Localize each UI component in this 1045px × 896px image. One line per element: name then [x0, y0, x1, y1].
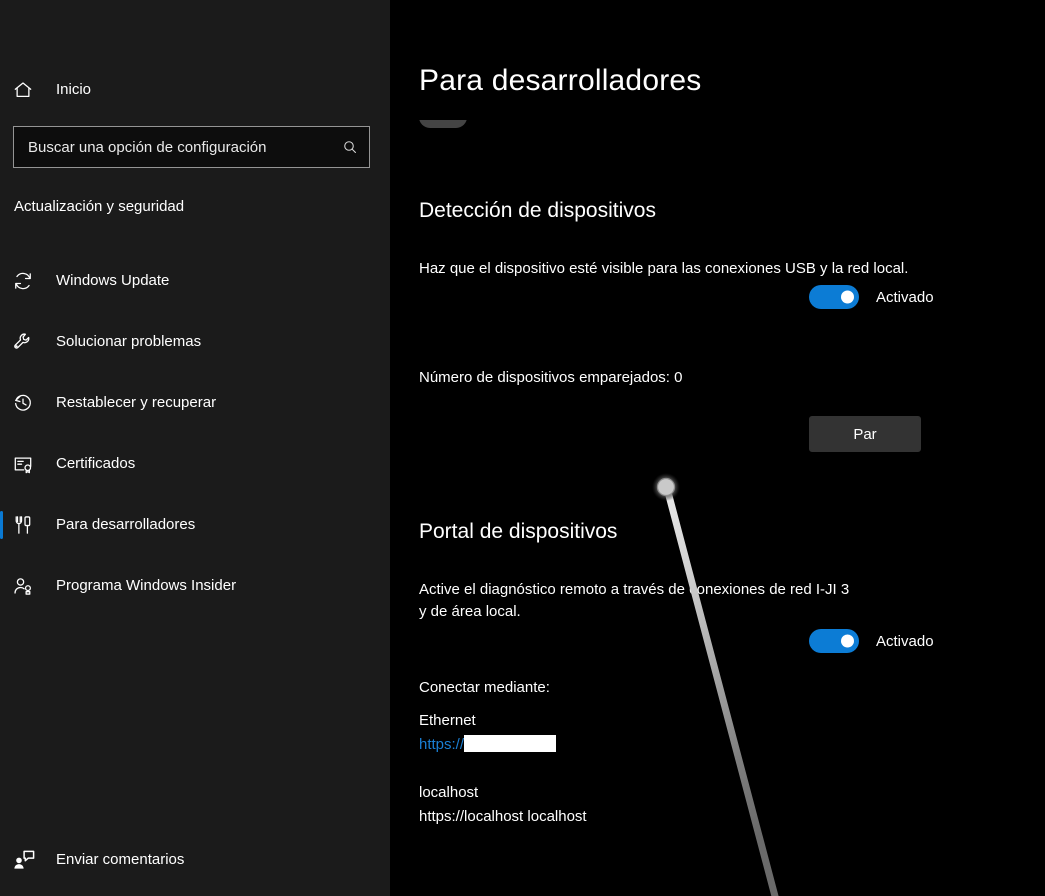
connection-name-ethernet: Ethernet	[419, 709, 476, 732]
sidebar-item-label: Para desarrolladores	[56, 516, 195, 534]
toggle-switch-on[interactable]	[809, 629, 859, 653]
sidebar-item-home[interactable]: Inicio	[0, 68, 390, 112]
device-portal-heading: Portal de dispositivos	[419, 520, 617, 544]
paired-devices-count: Número de dispositivos emparejados: 0	[419, 366, 682, 389]
wrench-icon	[12, 331, 44, 353]
sidebar-item-troubleshoot[interactable]: Solucionar problemas	[0, 320, 390, 364]
feedback-icon	[12, 848, 44, 872]
sidebar: Inicio Actualización y seguridad	[0, 0, 390, 896]
settings-window: Inicio Actualización y seguridad	[0, 0, 1045, 896]
toggle-switch-on[interactable]	[809, 285, 859, 309]
device-portal-toggle-label: Activado	[876, 633, 934, 650]
sidebar-category-label: Actualización y seguridad	[14, 198, 184, 215]
connect-via-label: Conectar mediante:	[419, 676, 550, 699]
sidebar-item-windows-insider[interactable]: Programa Windows Insider	[0, 564, 390, 608]
sidebar-item-label: Windows Update	[56, 272, 169, 290]
device-portal-description-line2: y de área local.	[419, 600, 521, 623]
device-discovery-toggle-label: Activado	[876, 289, 934, 306]
connection-url-localhost: https://localhost localhost	[419, 805, 587, 828]
device-discovery-toggle[interactable]: Activado	[809, 285, 934, 309]
sync-icon	[12, 270, 44, 292]
sidebar-item-reset-recover[interactable]: Restablecer y recuperar	[0, 381, 390, 425]
sidebar-item-home-label: Inicio	[56, 81, 91, 99]
toggle-knob	[841, 291, 854, 304]
sidebar-item-windows-update[interactable]: Windows Update	[0, 259, 390, 303]
sidebar-item-send-feedback-label: Enviar comentarios	[56, 851, 184, 869]
toggle-knob	[841, 635, 854, 648]
clipped-toggle-label: Off	[481, 120, 501, 124]
sidebar-item-send-feedback[interactable]: Enviar comentarios	[0, 838, 390, 882]
sidebar-item-for-developers[interactable]: Para desarrolladores	[0, 503, 390, 547]
sidebar-item-certificates[interactable]: Certificados	[0, 442, 390, 486]
connection-url-prefix: https://	[419, 736, 464, 753]
search-icon[interactable]	[342, 139, 358, 155]
sidebar-item-label: Programa Windows Insider	[56, 577, 236, 595]
main-content: Para desarrolladores Off Detección de di…	[390, 0, 1045, 896]
sidebar-item-label: Solucionar problemas	[56, 333, 201, 351]
search-box[interactable]	[13, 126, 370, 168]
clipped-toggle-switch[interactable]	[419, 120, 467, 128]
device-discovery-heading: Detección de dispositivos	[419, 199, 656, 223]
sidebar-nav-list: Windows Update Solucionar problemas	[0, 259, 390, 625]
page-title: Para desarrolladores	[419, 64, 701, 98]
home-icon	[12, 79, 44, 101]
connection-name-localhost: localhost	[419, 781, 478, 804]
pair-button[interactable]: Par	[809, 416, 921, 452]
redacted-url-block	[464, 735, 556, 752]
certificate-icon	[12, 453, 44, 475]
history-icon	[12, 392, 44, 414]
connection-url-ethernet[interactable]: https://	[419, 733, 556, 756]
search-input[interactable]	[14, 139, 369, 156]
tools-icon	[12, 514, 44, 536]
insider-icon	[12, 575, 44, 597]
device-discovery-description: Haz que el dispositivo esté visible para…	[419, 257, 1019, 280]
sidebar-item-label: Certificados	[56, 455, 135, 473]
clipped-toggle-above[interactable]: Off	[419, 120, 579, 146]
device-portal-toggle[interactable]: Activado	[809, 629, 934, 653]
sidebar-item-label: Restablecer y recuperar	[56, 394, 216, 412]
device-portal-description-line1: Active el diagnóstico remoto a través de…	[419, 578, 849, 601]
